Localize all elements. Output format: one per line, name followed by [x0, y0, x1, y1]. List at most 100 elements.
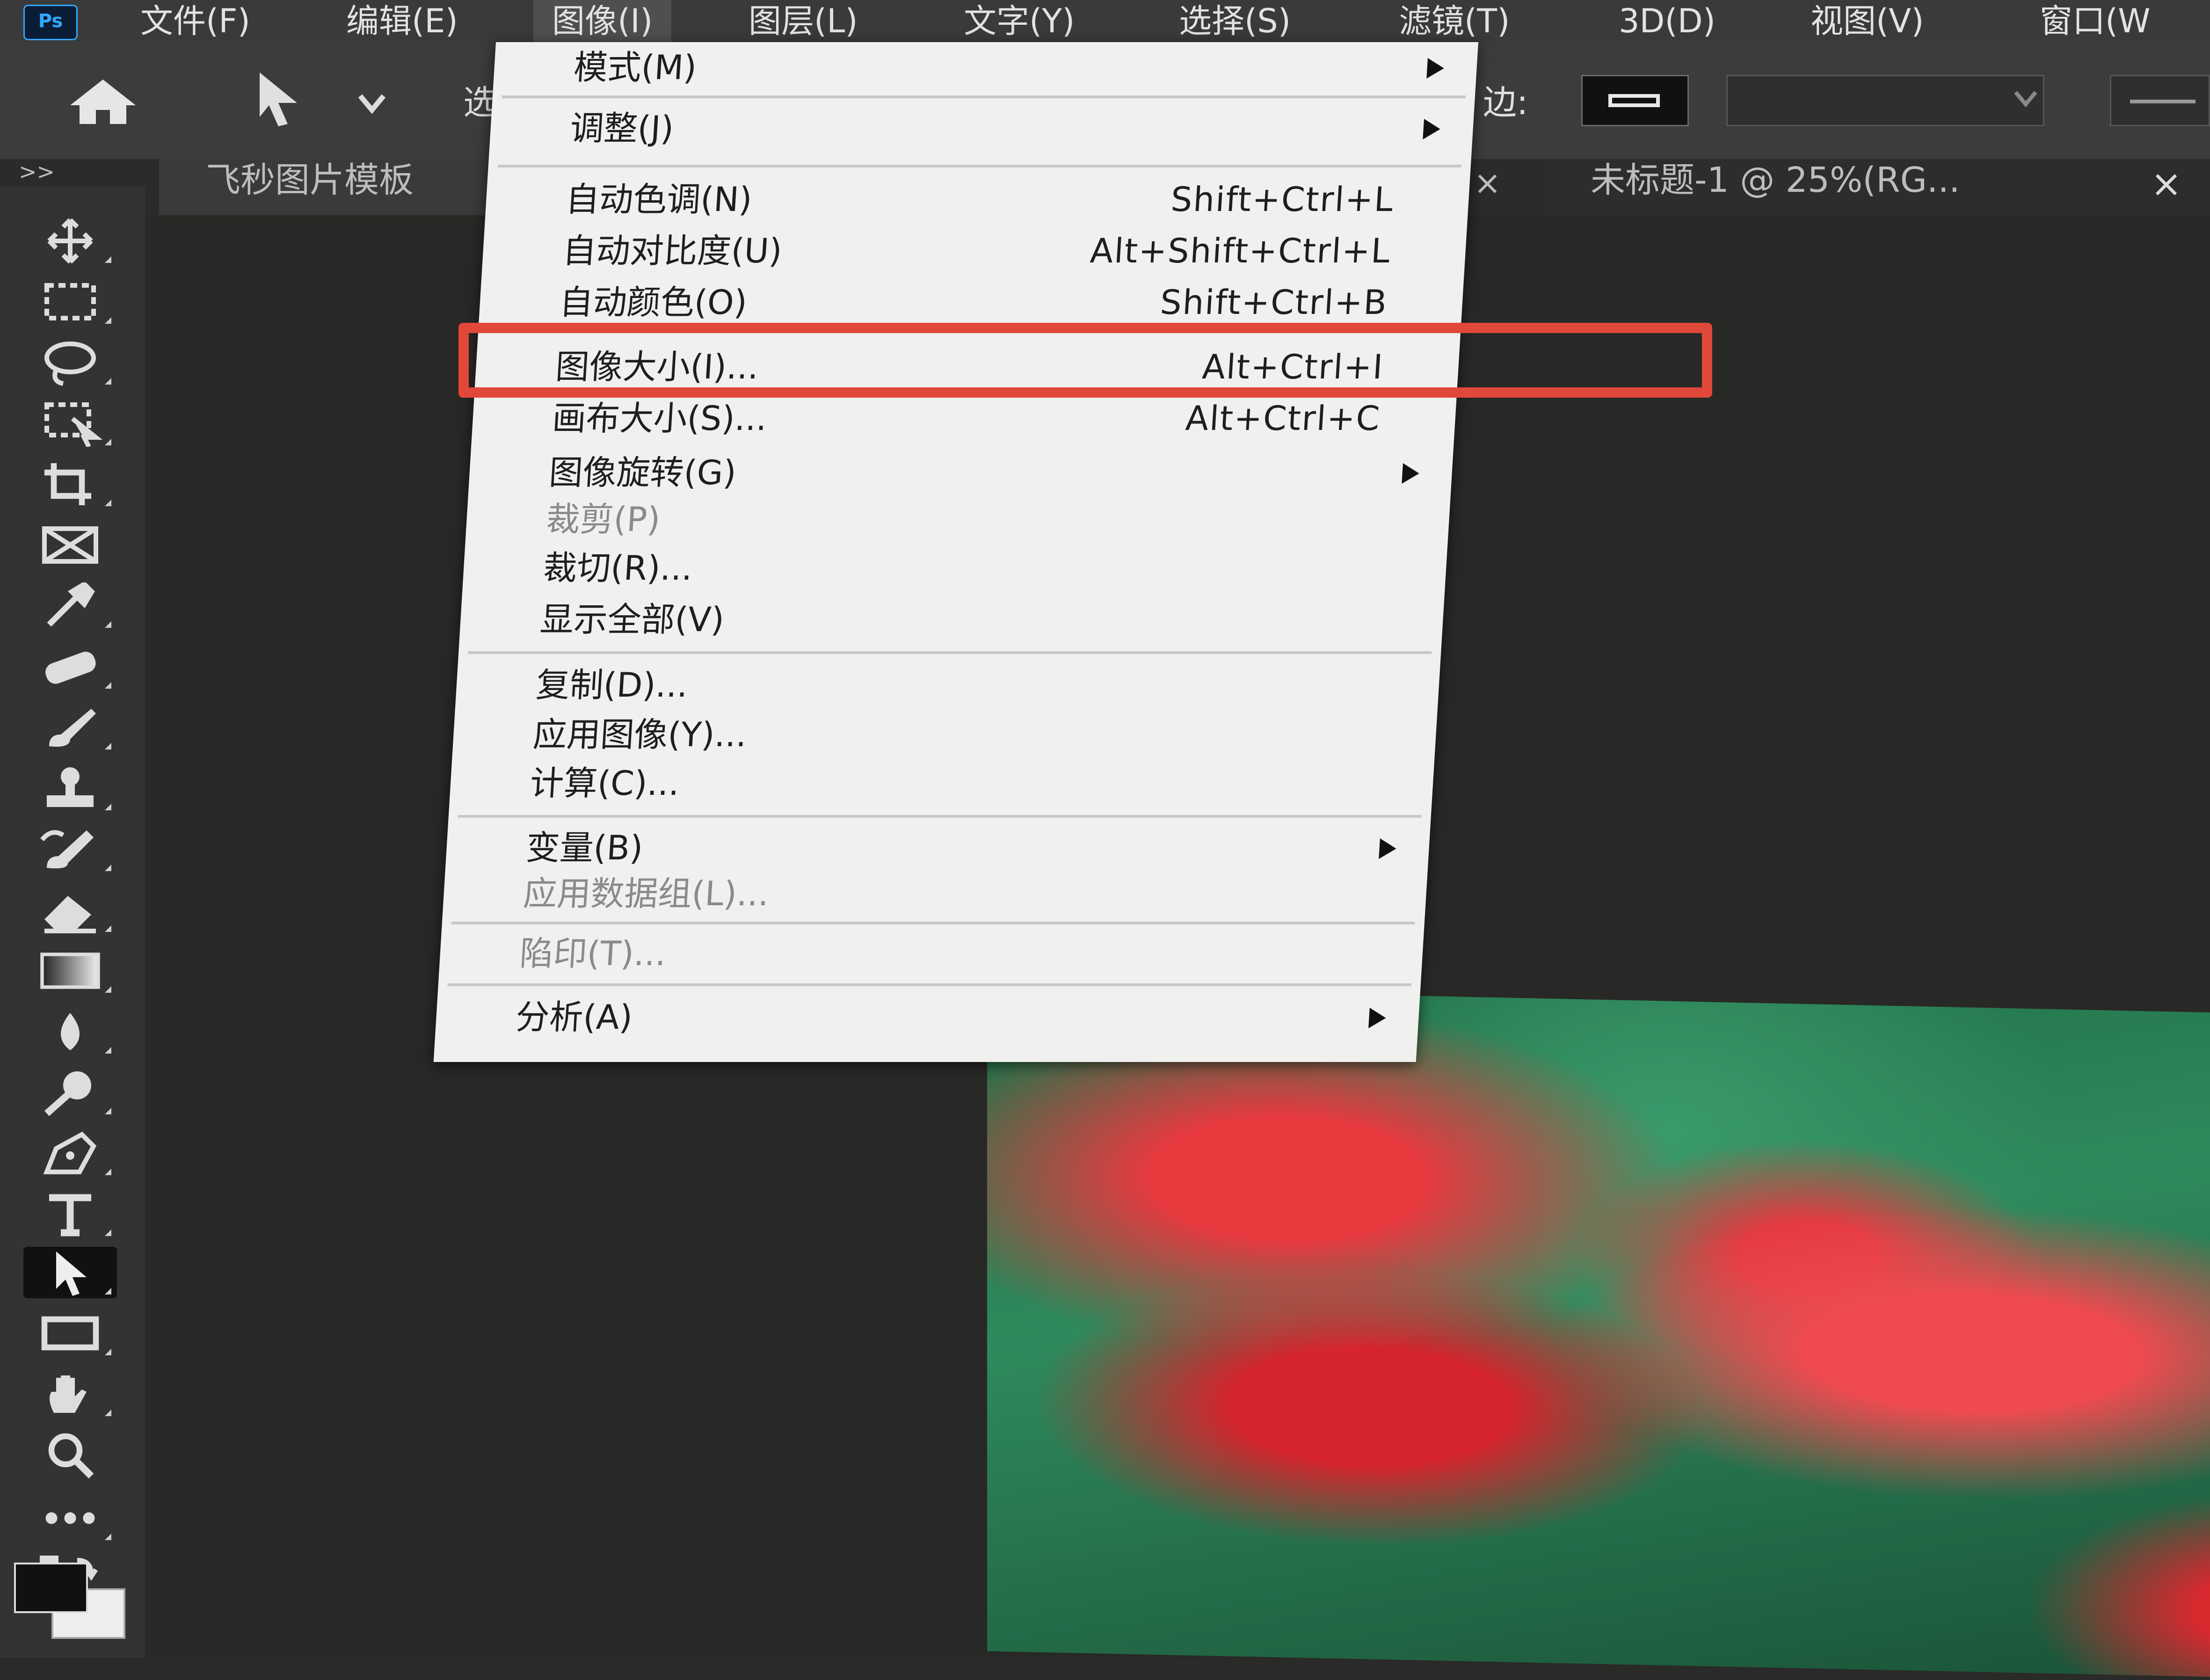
menu-item-auto-color[interactable]: 自动颜色(O) Shift+Ctrl+B [479, 277, 1464, 327]
menu-item-auto-contrast[interactable]: 自动对比度(U) Alt+Shift+Ctrl+L [481, 225, 1467, 276]
stroke-color-swatch[interactable] [1581, 75, 1689, 126]
menu-separator [467, 651, 1432, 654]
menu-item-adjustments[interactable]: 调整(J) [489, 103, 1475, 153]
lasso-icon[interactable] [23, 337, 117, 388]
home-icon[interactable] [65, 75, 140, 126]
tab-document-1[interactable]: 飞秒图片模板 [159, 159, 533, 215]
zoom-icon[interactable] [23, 1429, 117, 1481]
eraser-icon[interactable] [23, 884, 117, 936]
submenu-arrow-icon [1402, 463, 1420, 484]
highlight-annotation-box [458, 323, 1712, 398]
marquee-icon[interactable] [23, 276, 117, 327]
collapse-panels-icon[interactable]: >> [19, 159, 55, 184]
menu-item-label: 自动色调(N) [564, 180, 754, 219]
tab-label: 未标题-1 @ 25%(RG... [1591, 160, 1960, 200]
menu-view[interactable]: 视图(V) [1810, 0, 1924, 42]
stroke-edge-label: 边: [1483, 83, 1528, 122]
menu-item-label: 模式(M) [573, 48, 698, 87]
hand-icon[interactable] [23, 1368, 117, 1420]
stamp-icon[interactable] [23, 763, 117, 814]
menu-item-variables[interactable]: 变量(B) [445, 822, 1431, 873]
menu-separator [458, 815, 1422, 818]
menu-item-label: 计算(C)... [529, 764, 681, 803]
menu-item-label: 复制(D)... [535, 665, 689, 705]
menu-item-label: 自动对比度(U) [561, 231, 784, 270]
menu-item-duplicate[interactable]: 复制(D)... [455, 660, 1441, 710]
chevron-down-icon[interactable] [2012, 84, 2040, 112]
menu-window[interactable]: 窗口(W [2040, 0, 2151, 42]
menu-item-reveal-all[interactable]: 显示全部(V) [459, 594, 1445, 645]
menu-item-auto-tone[interactable]: 自动色调(N) Shift+Ctrl+L [485, 174, 1470, 225]
pen-icon[interactable] [23, 1127, 117, 1179]
canvas-image-roses[interactable] [987, 987, 2210, 1680]
stroke-type-field[interactable] [2110, 75, 2210, 126]
menu-item-calculations[interactable]: 计算(C)... [449, 758, 1435, 808]
menu-separator [451, 922, 1416, 924]
chevron-down-icon[interactable] [356, 89, 388, 117]
menu-item-trim[interactable]: 裁切(R)... [462, 543, 1448, 593]
submenu-arrow-icon [1423, 119, 1441, 139]
menu-item-apply-image[interactable]: 应用图像(Y)... [452, 709, 1438, 760]
menu-item-apply-data-set: 应用数据组(L)... [442, 868, 1428, 919]
menu-item-shortcut: Shift+Ctrl+B [1159, 283, 1389, 322]
submenu-arrow-icon [1379, 838, 1397, 859]
blur-icon[interactable] [23, 1006, 117, 1057]
menu-filter[interactable]: 滤镜(T) [1399, 0, 1510, 42]
photoshop-logo[interactable]: Ps [23, 5, 78, 40]
menu-item-trap: 陷印(T)... [439, 928, 1425, 979]
menu-item-crop: 裁剪(P) [465, 494, 1451, 545]
menu-type[interactable]: 文字(Y) [964, 0, 1075, 42]
gradient-icon[interactable] [23, 945, 117, 996]
submenu-arrow-icon [1426, 58, 1445, 79]
history-brush-icon[interactable] [23, 823, 117, 875]
tools-panel [0, 187, 145, 1658]
menu-item-analysis[interactable]: 分析(A) [435, 992, 1420, 1042]
foreground-color-swatch[interactable] [14, 1563, 88, 1613]
menu-edit[interactable]: 编辑(E) [346, 0, 458, 42]
eyedropper-icon[interactable] [23, 580, 117, 632]
rectangle-icon[interactable] [23, 1308, 117, 1359]
dodge-icon[interactable] [23, 1067, 117, 1118]
submenu-arrow-icon [1368, 1008, 1387, 1028]
path-select-icon[interactable] [23, 1247, 117, 1298]
brush-icon[interactable] [23, 702, 117, 753]
menu-item-image-rotation[interactable]: 图像旋转(G) [468, 447, 1454, 498]
object-select-icon[interactable] [23, 398, 117, 449]
menu-item-label: 自动颜色(O) [558, 283, 749, 322]
menu-item-label: 画布大小(S)... [551, 399, 768, 438]
menu-item-label: 应用图像(Y)... [531, 715, 748, 754]
close-icon[interactable]: × [2151, 163, 2182, 205]
menu-item-label: 调整(J) [569, 109, 675, 148]
menu-item-shortcut: Alt+Ctrl+C [1184, 399, 1382, 438]
menu-bar: Ps 文件(F) 编辑(E) 图像(I) 图层(L) 文字(Y) 选择(S) 滤… [0, 0, 2210, 42]
menu-item-label: 陷印(T)... [518, 934, 668, 973]
menu-3d[interactable]: 3D(D) [1619, 0, 1716, 42]
more-tools-icon[interactable] [23, 1492, 117, 1544]
healing-brush-icon[interactable] [23, 641, 117, 692]
menu-separator [497, 165, 1461, 167]
frame-icon[interactable] [23, 519, 117, 571]
stroke-width-field[interactable] [1726, 75, 2044, 126]
menu-item-label: 显示全部(V) [538, 600, 726, 639]
menu-file[interactable]: 文件(F) [140, 0, 250, 42]
menu-item-label: 图像旋转(G) [548, 453, 738, 492]
menu-separator [447, 983, 1411, 986]
tab-document-2[interactable]: 未标题-1 @ 25%(RG... × [1544, 159, 2210, 215]
move-icon[interactable] [23, 215, 117, 267]
menu-item-mode[interactable]: 模式(M) [493, 42, 1478, 93]
menu-item-canvas-size[interactable]: 画布大小(S)... Alt+Ctrl+C [472, 393, 1457, 444]
menu-item-shortcut: Alt+Shift+Ctrl+L [1089, 231, 1392, 270]
menu-item-label: 应用数据组(L)... [522, 874, 771, 913]
tab-label: 飞秒图片模板 [206, 160, 414, 200]
menu-select[interactable]: 选择(S) [1179, 0, 1291, 42]
menu-item-label: 变量(B) [525, 828, 644, 867]
menu-image[interactable]: 图像(I) [533, 0, 672, 42]
menu-item-label: 分析(A) [514, 997, 634, 1037]
close-icon[interactable]: × [1474, 164, 1501, 202]
type-icon[interactable] [23, 1188, 117, 1240]
menu-separator [502, 95, 1466, 98]
menu-layer[interactable]: 图层(L) [749, 0, 858, 42]
menu-item-label: 裁切(R)... [542, 548, 694, 588]
path-selection-arrow-icon[interactable] [253, 70, 304, 126]
crop-icon[interactable] [23, 458, 117, 510]
